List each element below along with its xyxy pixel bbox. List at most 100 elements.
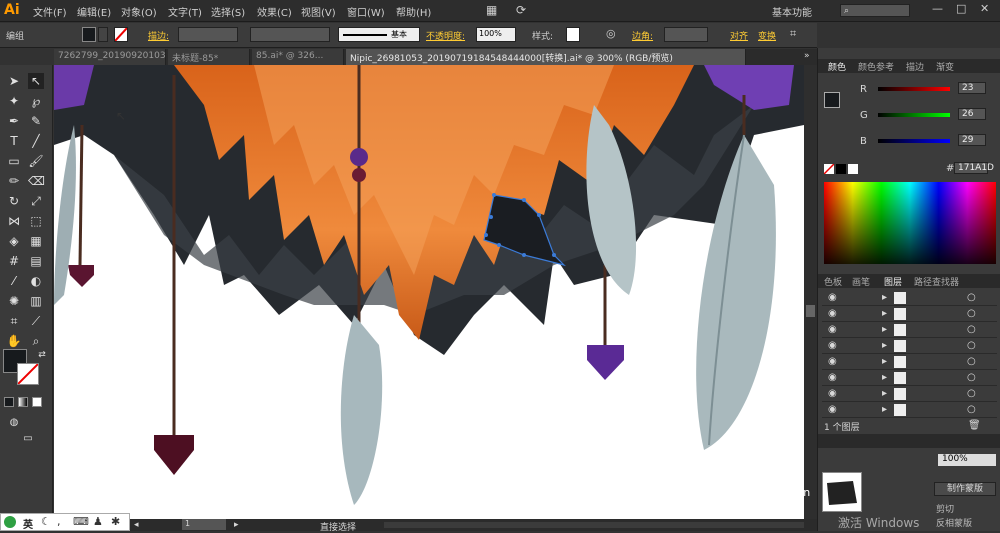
target-icon[interactable]: ○: [967, 324, 976, 335]
eye-icon[interactable]: ◉: [828, 356, 837, 367]
expand-icon[interactable]: ▸: [882, 388, 887, 399]
corner-label[interactable]: 边角:: [632, 29, 653, 42]
layer-row[interactable]: ◉ ▸ ○: [822, 386, 997, 402]
tab-doc-3[interactable]: 85.ai* @ 326...: [252, 49, 344, 65]
make-mask-button[interactable]: 制作蒙版: [934, 482, 996, 496]
magic-wand-icon[interactable]: ✦: [6, 93, 22, 109]
opacity-input[interactable]: 100%: [476, 27, 516, 42]
pencil-icon[interactable]: ✏: [6, 173, 22, 189]
target-icon[interactable]: ○: [967, 404, 976, 415]
expand-icon[interactable]: ▸: [882, 340, 887, 351]
menu-type[interactable]: 文字(T): [168, 4, 202, 19]
arrange-docs-icon[interactable]: ▦: [486, 3, 497, 17]
hex-input[interactable]: 171A1D: [954, 162, 994, 174]
selection-tool-icon[interactable]: ➤: [6, 73, 22, 89]
clip-checkbox-label[interactable]: 剪切: [936, 502, 954, 515]
expand-icon[interactable]: ▸: [882, 292, 887, 303]
eyedropper-icon[interactable]: ⁄: [6, 273, 22, 289]
tab-brushes[interactable]: 画笔: [852, 275, 870, 288]
eye-icon[interactable]: ◉: [828, 388, 837, 399]
gradient-tool-icon[interactable]: ▤: [28, 253, 44, 269]
settings-icon[interactable]: ✱: [111, 515, 120, 528]
expand-icon[interactable]: ▸: [882, 356, 887, 367]
next-artboard-icon[interactable]: ▸: [234, 520, 239, 530]
line-tool-icon[interactable]: ╱: [28, 133, 44, 149]
stroke-swatch[interactable]: [114, 27, 128, 42]
maximize-icon[interactable]: □: [956, 2, 966, 15]
variable-width-select[interactable]: [250, 27, 330, 42]
type-tool-icon[interactable]: T: [6, 133, 22, 149]
tab-overflow-icon[interactable]: »: [804, 51, 810, 61]
vertical-scrollbar[interactable]: [804, 65, 817, 519]
menu-select[interactable]: 选择(S): [211, 4, 245, 19]
menu-file[interactable]: 文件(F): [33, 4, 67, 19]
menu-window[interactable]: 窗口(W): [347, 4, 385, 19]
paintbrush-icon[interactable]: 🖌: [28, 153, 44, 169]
hand-tool-icon[interactable]: ✋: [6, 333, 22, 349]
tab-doc-1[interactable]: 7262799_20190920103330208031.ai*: [54, 49, 166, 65]
corner-input[interactable]: [664, 27, 708, 42]
brush-select[interactable]: 基本: [338, 27, 420, 42]
curvature-icon[interactable]: ✎: [28, 113, 44, 129]
swap-colors-icon[interactable]: ⇄: [34, 347, 50, 363]
eye-icon[interactable]: ◉: [828, 308, 837, 319]
none-mode-icon[interactable]: [32, 397, 42, 407]
gradient-mode-icon[interactable]: [18, 397, 28, 407]
color-spectrum[interactable]: [824, 182, 996, 264]
perspective-grid-icon[interactable]: ▦: [28, 233, 44, 249]
target-icon[interactable]: ○: [967, 356, 976, 367]
target-icon[interactable]: ○: [967, 340, 976, 351]
white-swatch[interactable]: [848, 164, 858, 174]
eye-icon[interactable]: ◉: [828, 404, 837, 415]
r-slider[interactable]: [878, 87, 950, 91]
target-icon[interactable]: ○: [967, 388, 976, 399]
graph-tool-icon[interactable]: ▥: [28, 293, 44, 309]
tab-pathfinder[interactable]: 路径查找器: [914, 275, 959, 288]
symbol-sprayer-icon[interactable]: ✺: [6, 293, 22, 309]
free-transform-icon[interactable]: ⬚: [28, 213, 44, 229]
r-input[interactable]: 23: [958, 82, 986, 94]
layer-row[interactable]: ◉ ▸ ○: [822, 322, 997, 338]
opacity-label[interactable]: 不透明度:: [426, 29, 465, 42]
ime-lang[interactable]: 英: [23, 516, 33, 531]
g-input[interactable]: 26: [958, 108, 986, 120]
tab-stroke[interactable]: 描边: [906, 60, 924, 73]
expand-icon[interactable]: ▸: [882, 372, 887, 383]
eye-icon[interactable]: ◉: [828, 372, 837, 383]
eye-icon[interactable]: ◉: [828, 340, 837, 351]
close-icon[interactable]: ✕: [980, 2, 989, 15]
black-swatch[interactable]: [836, 164, 846, 174]
draw-mode-icon[interactable]: ◍: [6, 415, 22, 431]
layer-row[interactable]: ◉ ▸ ○: [822, 370, 997, 386]
ime-toolbar[interactable]: 英 ☾ , ⌨ ♟ ✱: [0, 513, 130, 531]
color-mode-icon[interactable]: [4, 397, 14, 407]
expand-icon[interactable]: ▸: [882, 404, 887, 415]
invert-mask-checkbox-label[interactable]: 反相蒙版: [936, 516, 972, 529]
delete-layer-icon[interactable]: 🗑: [968, 420, 981, 431]
g-slider[interactable]: [878, 113, 950, 117]
lasso-icon[interactable]: ℘: [28, 93, 44, 109]
recolor-icon[interactable]: ◎: [606, 27, 616, 40]
tab-color-guide[interactable]: 颜色参考: [858, 60, 894, 73]
layer-row[interactable]: ◉ ▸ ○: [822, 338, 997, 354]
align-link[interactable]: 对齐: [730, 29, 748, 42]
layer-row[interactable]: ◉ ▸ ○: [822, 402, 997, 418]
expand-icon[interactable]: ▸: [882, 308, 887, 319]
shape-builder-icon[interactable]: ◈: [6, 233, 22, 249]
tab-gradient[interactable]: 渐变: [936, 60, 954, 73]
eye-icon[interactable]: ◉: [828, 324, 837, 335]
style-swatch[interactable]: [566, 27, 580, 42]
search-input[interactable]: ⌕: [840, 4, 910, 17]
transparency-opacity-input[interactable]: 100%: [938, 454, 996, 466]
moon-icon[interactable]: ☾: [41, 515, 51, 528]
artboard-tool-icon[interactable]: ⌗: [6, 313, 22, 329]
scroll-thumb[interactable]: [806, 305, 815, 317]
none-swatch[interactable]: [823, 163, 835, 175]
eye-icon[interactable]: ◉: [828, 292, 837, 303]
rotate-icon[interactable]: ↻: [6, 193, 22, 209]
menu-effect[interactable]: 效果(C): [257, 4, 292, 19]
b-slider[interactable]: [878, 139, 950, 143]
punctuation-icon[interactable]: ,: [57, 515, 61, 528]
tab-color[interactable]: 颜色: [828, 60, 846, 73]
tab-doc-active[interactable]: Nipic_26981053_20190719184548444000[转换].…: [346, 49, 746, 65]
